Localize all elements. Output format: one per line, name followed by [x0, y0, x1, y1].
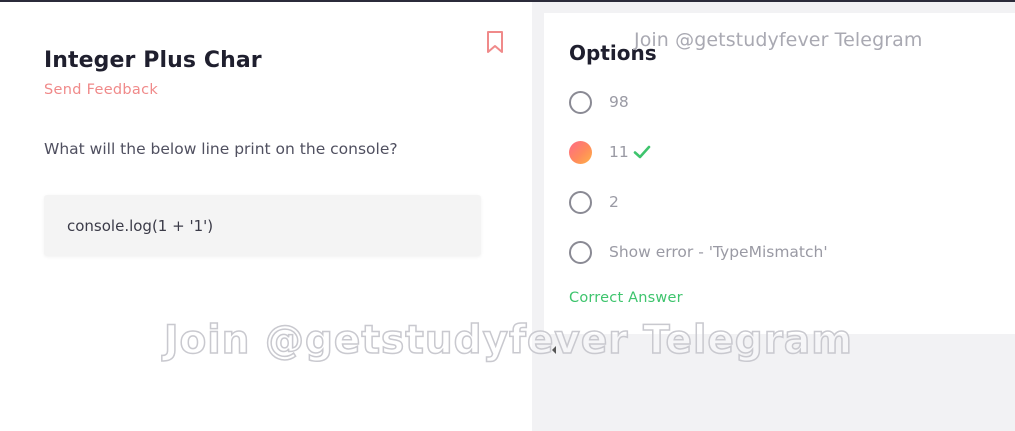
correct-answer-status: Correct Answer	[569, 290, 683, 306]
option-label: 11	[609, 143, 629, 161]
code-block: console.log(1 + '1')	[44, 195, 481, 256]
question-title: Integer Plus Char	[44, 48, 262, 73]
options-title: Options	[569, 41, 657, 65]
check-icon	[633, 144, 651, 160]
option-98[interactable]: 98	[569, 89, 989, 115]
option-2[interactable]: 2	[569, 189, 989, 215]
option-label: 2	[609, 193, 619, 211]
bookmark-icon[interactable]	[484, 30, 506, 54]
radio-button[interactable]	[569, 90, 592, 114]
send-feedback-link[interactable]: Send Feedback	[44, 82, 158, 98]
options-card: Options 98 11 2 Show error - 'TypeMismat…	[544, 13, 1015, 334]
radio-button[interactable]	[569, 190, 592, 214]
radio-button[interactable]	[569, 240, 592, 264]
option-show-error[interactable]: Show error - 'TypeMismatch'	[569, 239, 989, 265]
option-label: Show error - 'TypeMismatch'	[609, 243, 828, 261]
option-11[interactable]: 11	[569, 139, 989, 165]
scroll-left-arrow-icon[interactable]	[550, 340, 558, 354]
question-panel: Integer Plus Char Send Feedback What wil…	[0, 2, 532, 431]
code-text: console.log(1 + '1')	[67, 217, 214, 235]
option-label: 98	[609, 93, 629, 111]
question-prompt: What will the below line print on the co…	[44, 140, 398, 158]
radio-button-selected[interactable]	[569, 140, 592, 164]
